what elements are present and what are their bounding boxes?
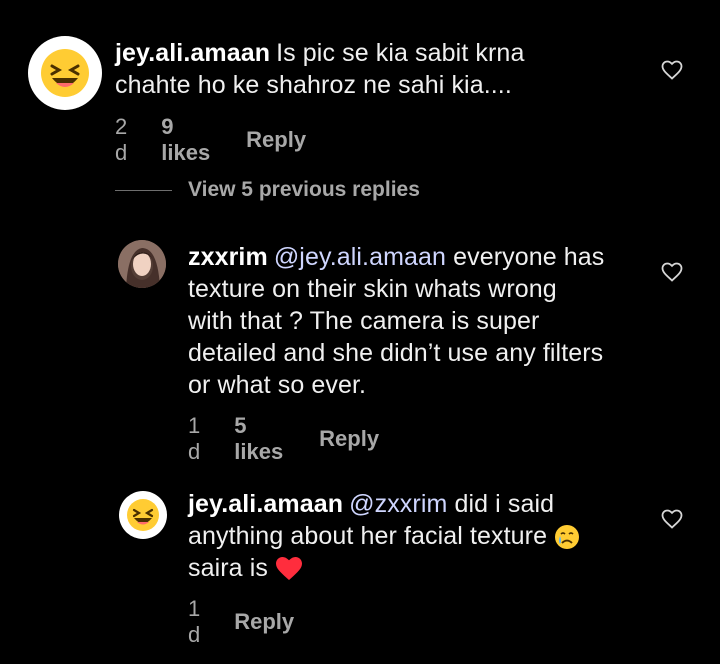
comment-3-username[interactable]: jey.ali.amaan [188,490,343,518]
comment-3-reply-button[interactable]: Reply [234,609,294,635]
heart-icon[interactable] [660,260,684,284]
comment-1-likes[interactable]: 9 likes [161,114,210,166]
avatar-jey-ali-amaan[interactable] [119,491,167,539]
comment-2-reply-button[interactable]: Reply [319,426,379,452]
comment-2-username[interactable]: zxxrim [188,243,268,271]
comment-2-meta: 1 d 5 likes Reply [188,413,379,465]
laughing-emoji [41,49,89,97]
comment-1-meta: 2 d 9 likes Reply [115,114,306,166]
red-heart-emoji [276,557,303,581]
view-previous-replies[interactable]: View 5 previous replies [115,176,420,204]
crying-emoji [555,525,580,550]
comment-2-text: zxxrim @jey.ali.amaan everyone has textur… [188,243,605,399]
comment-1-reply-button[interactable]: Reply [246,127,306,153]
comment-2-likes[interactable]: 5 likes [234,413,283,465]
comment-1-text: jey.ali.amaan Is pic se kia sabit krna ch… [115,39,525,99]
comment-1-username[interactable]: jey.ali.amaan [115,39,270,67]
comment-3-mention[interactable]: @zxxrim [349,490,447,518]
heart-icon[interactable] [660,507,684,531]
comment-2-time: 1 d [188,413,201,464]
avatar-jey-ali-amaan[interactable] [28,36,102,110]
comment-3-time: 1 d [188,596,201,647]
profile-photo [118,240,166,288]
comment-1-time: 2 d [115,114,128,165]
avatar-zxxrim[interactable] [118,240,166,288]
laughing-emoji [127,499,159,531]
comment-2-mention[interactable]: @jey.ali.amaan [274,243,446,271]
comment-3-text: jey.ali.amaan @zxxrim did i said anything… [188,488,648,584]
divider-line [115,189,172,191]
heart-icon[interactable] [660,58,684,82]
comment-3-meta: 1 d Reply [188,596,294,648]
